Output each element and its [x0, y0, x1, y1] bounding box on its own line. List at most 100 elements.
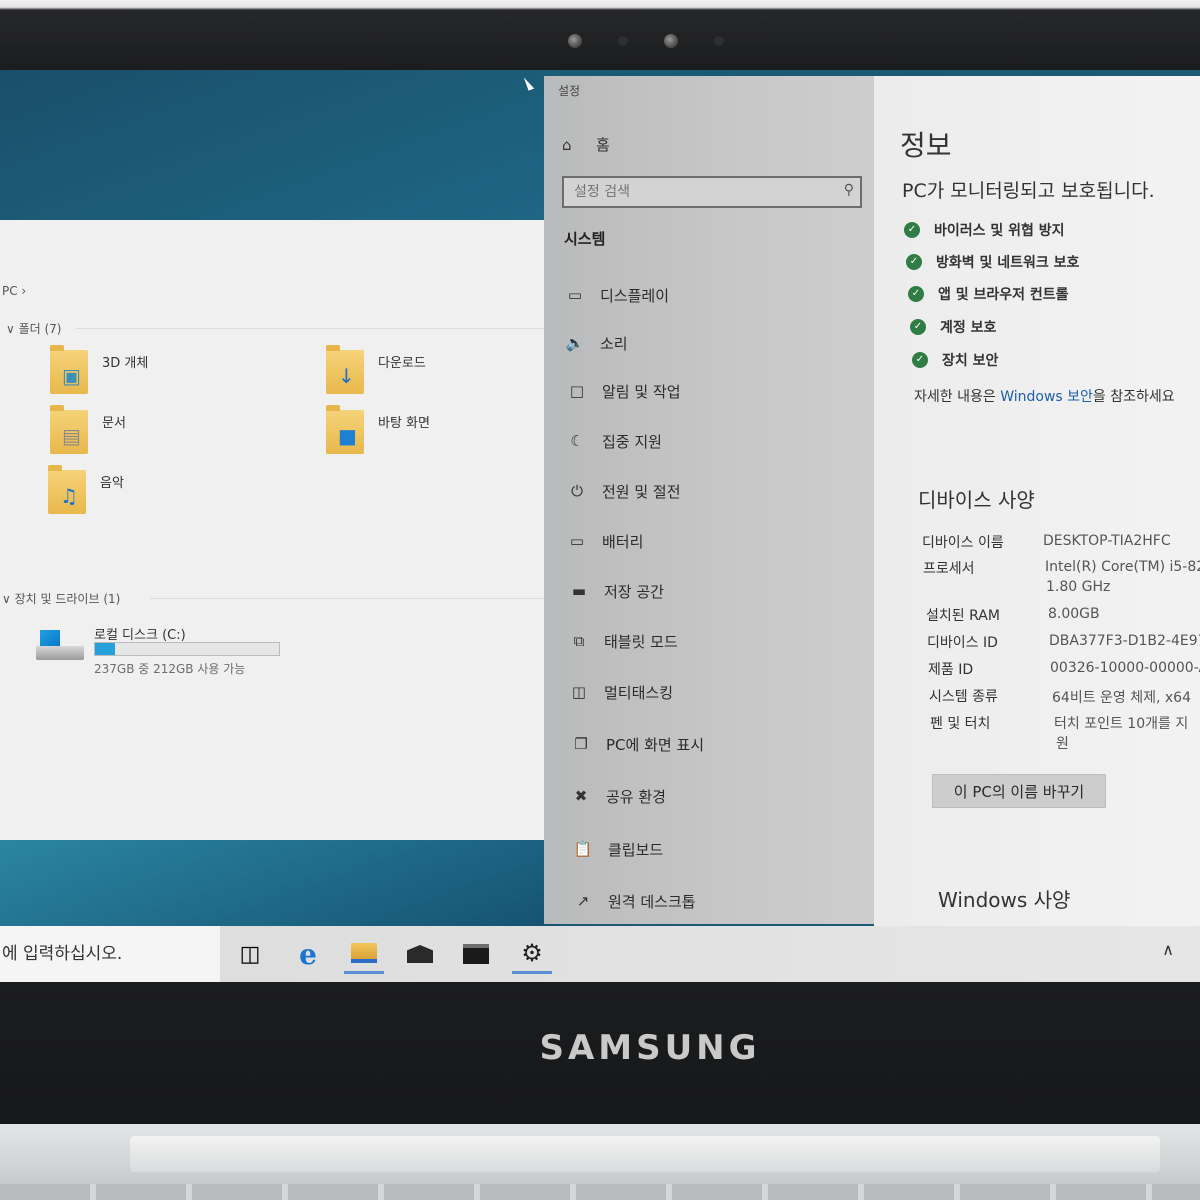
- spec-value: Intel(R) Core(TM) i5-82: [1045, 559, 1200, 575]
- search-icon: ⚲: [843, 182, 854, 198]
- nav-item-display[interactable]: ▭ 디스플레이: [564, 280, 669, 310]
- downloads-folder-icon: ↓: [326, 345, 364, 394]
- spec-value: 00326-10000-00000-A: [1050, 660, 1200, 676]
- nav-item-tablet-mode[interactable]: ⧉ 태블릿 모드: [568, 626, 678, 656]
- windows-specs-title: Windows 사양: [938, 888, 1071, 912]
- spec-label: 프로세서: [923, 561, 975, 577]
- drives-group-header[interactable]: ∨ 장치 및 드라이브 (1): [2, 590, 120, 607]
- nav-item-clipboard[interactable]: 📋 클립보드: [572, 834, 664, 864]
- windows-security-link[interactable]: Windows 보안: [1000, 389, 1093, 405]
- top-bezel: [0, 0, 1200, 72]
- nav-item-remote-desktop[interactable]: ↗ 원격 데스크톱: [572, 886, 696, 916]
- security-item[interactable]: ✓ 장치 보안: [912, 350, 998, 370]
- check-icon: ✓: [906, 254, 922, 270]
- tablet-mode-icon: ⧉: [573, 632, 585, 650]
- nav-item-label: 저장 공간: [604, 582, 664, 601]
- laptop-hinge: [130, 1136, 1160, 1172]
- folders-group-header[interactable]: ∨ 폴더 (7): [6, 320, 62, 337]
- nav-item-focus-assist[interactable]: ☾ 집중 지원: [566, 426, 662, 456]
- settings-search[interactable]: ⚲: [562, 176, 862, 208]
- webcam-icon: [664, 34, 678, 48]
- nav-item-label: 원격 데스크톱: [608, 892, 696, 911]
- check-icon: ✓: [912, 352, 928, 368]
- file-explorer-window: PC › ∨ 폴더 (7) ▣ 3D 개체 ↓ 다운로드 ▤ 문서 ■ 바탕 화…: [0, 220, 556, 840]
- sensor-icon: [714, 36, 724, 46]
- shared-experiences-icon: ✖: [574, 787, 588, 805]
- spec-label: 펜 및 터치: [930, 716, 991, 732]
- nav-item-battery[interactable]: ▭ 배터리: [566, 526, 644, 556]
- nav-item-label: 디스플레이: [600, 286, 670, 305]
- folder-label: 음악: [100, 476, 124, 491]
- drive-free-space: 237GB 중 212GB 사용 가능: [94, 662, 246, 676]
- mouse-cursor-icon: [523, 75, 535, 91]
- nav-item-sound[interactable]: 🔈 소리: [564, 328, 628, 358]
- laptop-photo: PC › ∨ 폴더 (7) ▣ 3D 개체 ↓ 다운로드 ▤ 문서 ■ 바탕 화…: [0, 0, 1200, 1200]
- home-icon: ⌂: [562, 136, 572, 154]
- spec-value: DESKTOP-TIA2HFC: [1043, 533, 1171, 549]
- nav-home[interactable]: ⌂ 홈: [562, 134, 610, 155]
- sensor-icon: [618, 36, 628, 46]
- security-item[interactable]: ✓ 바이러스 및 위협 방지: [904, 220, 1065, 240]
- check-icon: ✓: [910, 319, 926, 335]
- folder-label: 3D 개체: [102, 356, 149, 371]
- security-item-label: 바이러스 및 위협 방지: [934, 223, 1065, 239]
- clipboard-icon: 📋: [573, 840, 593, 858]
- laptop-screen: PC › ∨ 폴더 (7) ▣ 3D 개체 ↓ 다운로드 ▤ 문서 ■ 바탕 화…: [0, 70, 1200, 982]
- remote-desktop-icon: ↗: [576, 892, 590, 910]
- security-item[interactable]: ✓ 계정 보호: [910, 317, 996, 337]
- settings-search-input[interactable]: [564, 178, 834, 206]
- desktop-folder-icon: ■: [326, 405, 364, 454]
- nav-item-power[interactable]: ⏻ 전원 및 절전: [566, 476, 681, 506]
- tray-chevron-icon[interactable]: ∧: [1162, 940, 1174, 959]
- display-icon: ▭: [567, 286, 583, 304]
- taskbar-search-box[interactable]: 에 입력하십시오.: [0, 926, 220, 982]
- file-explorer-icon[interactable]: [344, 934, 384, 974]
- nav-item-label: 공유 환경: [606, 787, 666, 806]
- hard-drive-icon: [36, 630, 86, 662]
- breadcrumb[interactable]: PC ›: [2, 284, 26, 298]
- spec-value: 1.80 GHz: [1046, 579, 1111, 595]
- edge-icon[interactable]: e: [288, 934, 328, 974]
- folder-label: 다운로드: [378, 356, 426, 371]
- notification-icon: □: [569, 382, 585, 400]
- samsung-logo: SAMSUNG: [539, 1028, 761, 1068]
- spec-label: 시스템 종류: [929, 689, 998, 705]
- security-item[interactable]: ✓ 방화벽 및 네트워크 보호: [906, 252, 1079, 272]
- nav-item-storage[interactable]: ▬ 저장 공간: [568, 576, 664, 606]
- rename-pc-button[interactable]: 이 PC의 이름 바꾸기: [932, 774, 1106, 808]
- sensor-icon: [568, 34, 582, 48]
- terminal-icon[interactable]: [456, 934, 496, 974]
- security-item-label: 방화벽 및 네트워크 보호: [936, 255, 1080, 271]
- mail-icon[interactable]: [400, 934, 440, 974]
- more-info-text: 자세한 내용은: [914, 389, 1001, 405]
- power-icon: ⏻: [571, 482, 583, 500]
- spec-value: 8.00GB: [1048, 606, 1100, 622]
- spec-value: DBA377F3-D1B2-4E97: [1049, 633, 1200, 649]
- folder-label: 문서: [102, 416, 126, 431]
- nav-item-multitasking[interactable]: ◫ 멀티태스킹: [568, 677, 673, 707]
- keyboard-edge: [0, 1184, 1200, 1200]
- divider: [76, 328, 546, 329]
- settings-about-page: 정보 PC가 모니터링되고 보호됩니다. ✓ 바이러스 및 위협 방지 ✓ 방화벽 …: [874, 76, 1200, 926]
- nav-home-label: 홈: [596, 136, 610, 154]
- security-item[interactable]: ✓ 앱 및 브라우저 컨트롤: [908, 284, 1069, 304]
- task-view-icon[interactable]: ◫: [230, 934, 270, 974]
- nav-item-label: 전원 및 절전: [602, 482, 681, 501]
- settings-window-title: 설정: [558, 84, 581, 98]
- 3d-objects-folder-icon: ▣: [50, 345, 88, 394]
- documents-folder-icon: ▤: [50, 405, 88, 454]
- drive-name: 로컬 디스크 (C:): [94, 628, 186, 643]
- nav-item-shared-experiences[interactable]: ✖ 공유 환경: [570, 781, 666, 811]
- speaker-icon: 🔈: [565, 334, 585, 352]
- spec-value: 64비트 운영 체제, x64: [1052, 690, 1191, 706]
- nav-item-label: 배터리: [602, 532, 644, 551]
- nav-item-project[interactable]: ❐ PC에 화면 표시: [570, 729, 704, 759]
- nav-item-label: 태블릿 모드: [604, 632, 678, 651]
- local-disk-c[interactable]: 로컬 디스크 (C:) 237GB 중 212GB 사용 가능: [36, 624, 296, 684]
- nav-item-label: PC에 화면 표시: [606, 735, 705, 754]
- battery-icon: ▭: [569, 532, 585, 550]
- settings-gear-icon[interactable]: ⚙: [512, 934, 552, 974]
- nav-item-notifications[interactable]: □ 알림 및 작업: [566, 376, 681, 406]
- spec-value: 원: [1056, 736, 1069, 752]
- device-specs-title: 디바이스 사양: [918, 488, 1035, 512]
